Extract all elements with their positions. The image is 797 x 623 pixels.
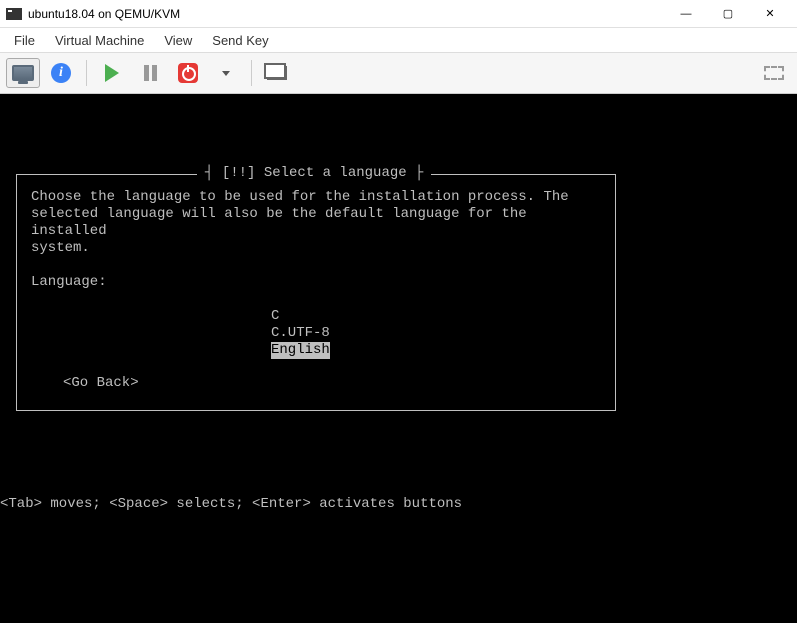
toolbar-separator <box>251 60 252 86</box>
dialog-instructions: Choose the language to be used for the i… <box>31 189 601 257</box>
dialog-title: ┤ [!!] Select a language ├ <box>197 165 431 182</box>
chevron-down-icon <box>222 71 230 76</box>
minimize-button[interactable]: ― <box>665 1 707 27</box>
window-title: ubuntu18.04 on QEMU/KVM <box>28 7 665 21</box>
shutdown-button[interactable] <box>171 58 205 88</box>
shutdown-menu-button[interactable] <box>209 58 243 88</box>
app-icon <box>6 8 22 20</box>
window-controls: ― ▢ ✕ <box>665 1 791 27</box>
maximize-button[interactable]: ▢ <box>707 1 749 27</box>
go-back-button[interactable]: <Go Back> <box>63 375 601 392</box>
installer-dialog: ┤ [!!] Select a language ├ Choose the la… <box>16 174 616 411</box>
toolbar-separator <box>86 60 87 86</box>
language-list: C C.UTF-8 English <box>271 308 601 359</box>
menu-send-key[interactable]: Send Key <box>202 30 278 51</box>
fullscreen-button[interactable] <box>757 58 791 88</box>
play-icon <box>105 64 119 82</box>
language-option-cutf8[interactable]: C.UTF-8 <box>271 325 601 342</box>
menu-file[interactable]: File <box>4 30 45 51</box>
console-view-button[interactable] <box>6 58 40 88</box>
info-icon: i <box>51 63 71 83</box>
window-titlebar: ubuntu18.04 on QEMU/KVM ― ▢ ✕ <box>0 0 797 28</box>
menu-virtual-machine[interactable]: Virtual Machine <box>45 30 154 51</box>
menu-view[interactable]: View <box>154 30 202 51</box>
monitor-icon <box>12 65 34 81</box>
dialog-prompt: Language: <box>31 274 601 291</box>
language-option-english[interactable]: English <box>271 342 330 359</box>
run-button[interactable] <box>95 58 129 88</box>
power-icon <box>178 63 198 83</box>
fullscreen-icon <box>764 66 784 80</box>
snapshots-button[interactable] <box>260 58 294 88</box>
snapshot-icon <box>267 66 287 80</box>
dialog-title-text: [!!] Select a language <box>222 165 407 181</box>
help-line: <Tab> moves; <Space> selects; <Enter> ac… <box>0 496 462 513</box>
close-button[interactable]: ✕ <box>749 1 791 27</box>
language-option-c[interactable]: C <box>271 308 601 325</box>
pause-icon <box>144 65 157 81</box>
pause-button[interactable] <box>133 58 167 88</box>
vm-console[interactable]: ┤ [!!] Select a language ├ Choose the la… <box>0 94 797 623</box>
menubar: File Virtual Machine View Send Key <box>0 28 797 52</box>
toolbar: i <box>0 52 797 94</box>
details-view-button[interactable]: i <box>44 58 78 88</box>
